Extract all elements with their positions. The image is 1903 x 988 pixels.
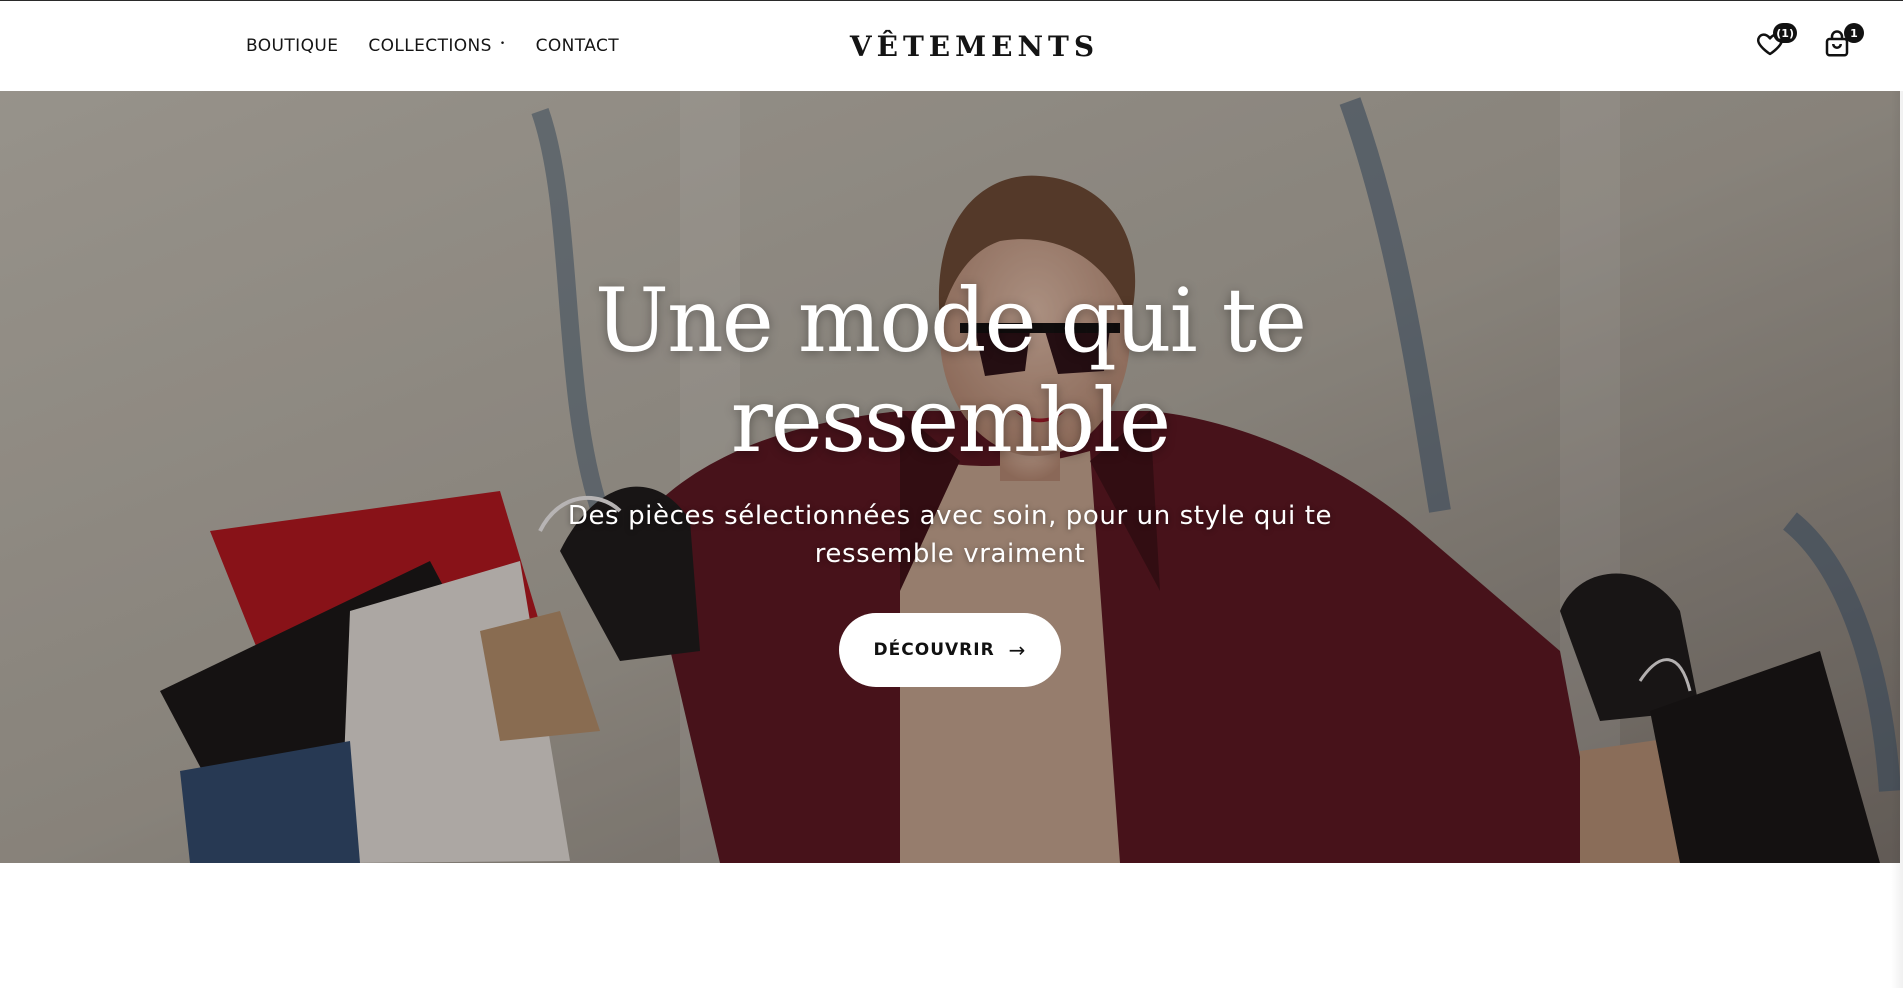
discover-button[interactable]: DÉCOUVRIR → [839, 613, 1061, 687]
menu-item-contact[interactable]: CONTACT [536, 36, 619, 56]
menu-item-collections[interactable]: COLLECTIONS • [368, 36, 505, 56]
menu-item-boutique[interactable]: BOUTIQUE [246, 36, 338, 56]
main-menu: BOUTIQUE COLLECTIONS • CONTACT [246, 1, 649, 91]
menu-item-label: BOUTIQUE [246, 36, 339, 56]
hero-subtitle: Des pièces sélectionnées avec soin, pour… [567, 501, 1333, 569]
site-header: BOUTIQUE COLLECTIONS • CONTACT VÊTEMENTS… [0, 1, 1903, 91]
arrow-right-icon: → [1008, 638, 1027, 662]
brand-logo[interactable]: VÊTEMENTS [850, 30, 1099, 63]
menu-item-label: CONTACT [535, 36, 619, 56]
cart-count-badge: 1 [1844, 23, 1864, 43]
cart-button[interactable]: 1 [1822, 23, 1864, 63]
menu-item-label: COLLECTIONS [368, 36, 492, 56]
hero-title: Une mode qui te ressemble [594, 269, 1307, 472]
wishlist-count-badge: (1) [1773, 23, 1797, 43]
hero-banner: Une mode qui te ressemble Des pièces sél… [0, 91, 1900, 863]
dropdown-caret-icon: • [499, 39, 506, 49]
hero-content: Une mode qui te ressemble Des pièces sél… [0, 271, 1900, 687]
discover-button-label: DÉCOUVRIR [873, 640, 995, 660]
page-edge-shadow [1891, 91, 1903, 988]
wishlist-button[interactable]: (1) [1755, 23, 1797, 63]
